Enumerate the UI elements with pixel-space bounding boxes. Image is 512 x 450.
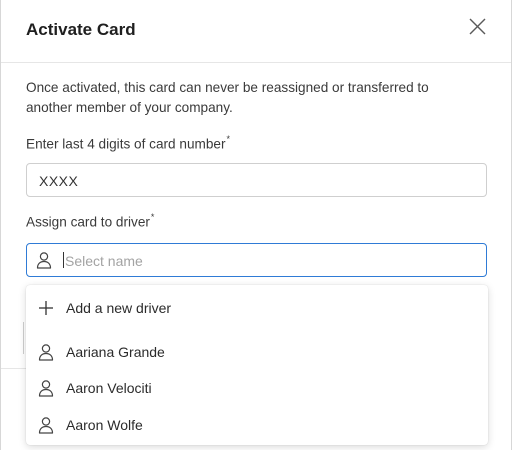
driver-dropdown: Add a new driver Aariana Grande Aaron Ve…: [26, 285, 488, 445]
driver-option[interactable]: Aaron Wolfe: [26, 408, 488, 442]
required-mark: *: [226, 134, 230, 144]
driver-option-label: Aariana Grande: [66, 344, 165, 360]
modal-header: Activate Card: [1, 0, 511, 63]
driver-search-input[interactable]: Select name: [26, 243, 487, 277]
user-icon: [38, 417, 54, 434]
driver-label: Assign card to driver*: [26, 212, 155, 230]
plus-icon: [39, 301, 53, 315]
user-icon: [36, 252, 52, 269]
user-icon: [38, 380, 54, 397]
card-number-label-text: Enter last 4 digits of card number: [26, 136, 226, 152]
modal-title: Activate Card: [26, 20, 136, 39]
card-number-label: Enter last 4 digits of card number*: [26, 134, 230, 152]
driver-option-label: Aaron Wolfe: [66, 417, 143, 433]
card-number-value: XXXX: [39, 173, 79, 189]
close-icon: [469, 18, 486, 35]
add-new-driver-option[interactable]: Add a new driver: [26, 291, 488, 325]
driver-option[interactable]: Aariana Grande: [26, 335, 488, 369]
text-caret: [63, 252, 64, 268]
user-icon: [38, 344, 54, 361]
driver-placeholder: Select name: [65, 253, 143, 269]
footer-divider: [1, 368, 26, 369]
add-new-driver-label: Add a new driver: [66, 300, 172, 316]
driver-option[interactable]: Aaron Velociti: [26, 371, 488, 405]
activate-card-modal: Activate Card Once activated, this card …: [0, 0, 512, 450]
driver-option-label: Aaron Velociti: [66, 380, 152, 396]
required-mark: *: [150, 212, 155, 222]
modal-description: Once activated, this card can never be r…: [26, 80, 429, 115]
driver-label-text: Assign card to driver: [26, 214, 150, 230]
card-number-input[interactable]: XXXX: [26, 163, 487, 197]
close-button[interactable]: [465, 14, 491, 40]
